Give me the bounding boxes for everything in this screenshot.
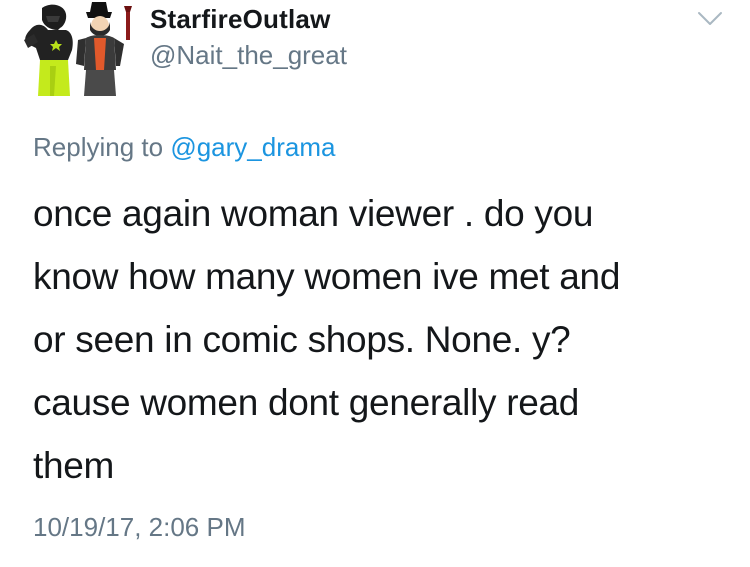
reply-mention-link[interactable]: @gary_drama: [170, 132, 335, 162]
tweet-text-line: or seen in comic shops. None. y?: [33, 319, 571, 360]
replying-to: Replying to @gary_drama: [33, 132, 335, 163]
tweet-text-line: them: [33, 445, 115, 486]
tweet-timestamp[interactable]: 10/19/17, 2:06 PM: [33, 512, 245, 543]
display-name[interactable]: StarfireOutlaw: [150, 4, 331, 35]
user-handle[interactable]: @Nait_the_great: [150, 40, 347, 71]
tweet-text-line: know how many women ive met and: [33, 256, 621, 297]
tweet-card: StarfireOutlaw @Nait_the_great Replying …: [0, 0, 750, 567]
tweet-text: once again woman viewer . do you know ho…: [33, 182, 713, 497]
avatar-illustration: [24, 2, 132, 96]
avatar[interactable]: [20, 0, 138, 96]
chevron-down-icon[interactable]: [697, 10, 723, 28]
tweet-text-line: cause women dont generally read: [33, 382, 580, 423]
replying-to-label: Replying to: [33, 132, 164, 162]
tweet-text-line: once again woman viewer . do you: [33, 193, 594, 234]
